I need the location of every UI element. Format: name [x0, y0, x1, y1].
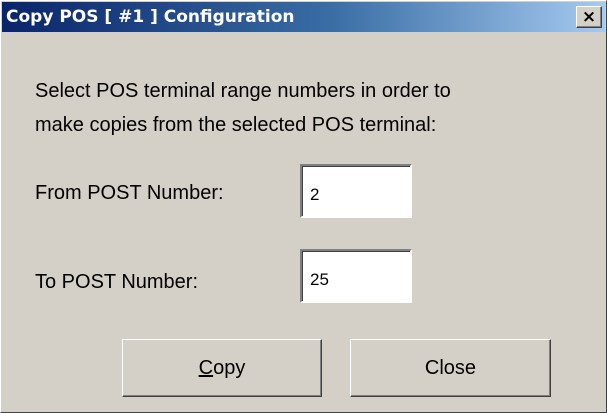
instruction-text: Select POS terminal range numbers in ord… — [35, 74, 595, 142]
copy-button-mnemonic: C — [198, 357, 214, 379]
to-post-label: To POST Number: — [35, 271, 199, 293]
to-post-input[interactable] — [300, 249, 412, 303]
instruction-line-2: make copies from the selected POS termin… — [35, 114, 437, 136]
close-icon: × — [581, 7, 597, 27]
copy-button[interactable]: Copy — [122, 339, 322, 397]
close-window-button[interactable]: × — [576, 6, 602, 28]
close-button-label: Close — [424, 357, 477, 379]
from-post-label: From POST Number: — [35, 182, 224, 204]
copy-pos-dialog: Copy POS [ #1 ] Configuration × Select P… — [0, 0, 607, 413]
instruction-line-1: Select POS terminal range numbers in ord… — [35, 80, 451, 102]
copy-button-label: opy — [213, 357, 246, 379]
title-bar[interactable]: Copy POS [ #1 ] Configuration × — [2, 2, 605, 32]
from-post-input[interactable] — [300, 164, 412, 218]
window-title: Copy POS [ #1 ] Configuration — [6, 7, 295, 27]
close-button[interactable]: Close — [350, 339, 551, 397]
